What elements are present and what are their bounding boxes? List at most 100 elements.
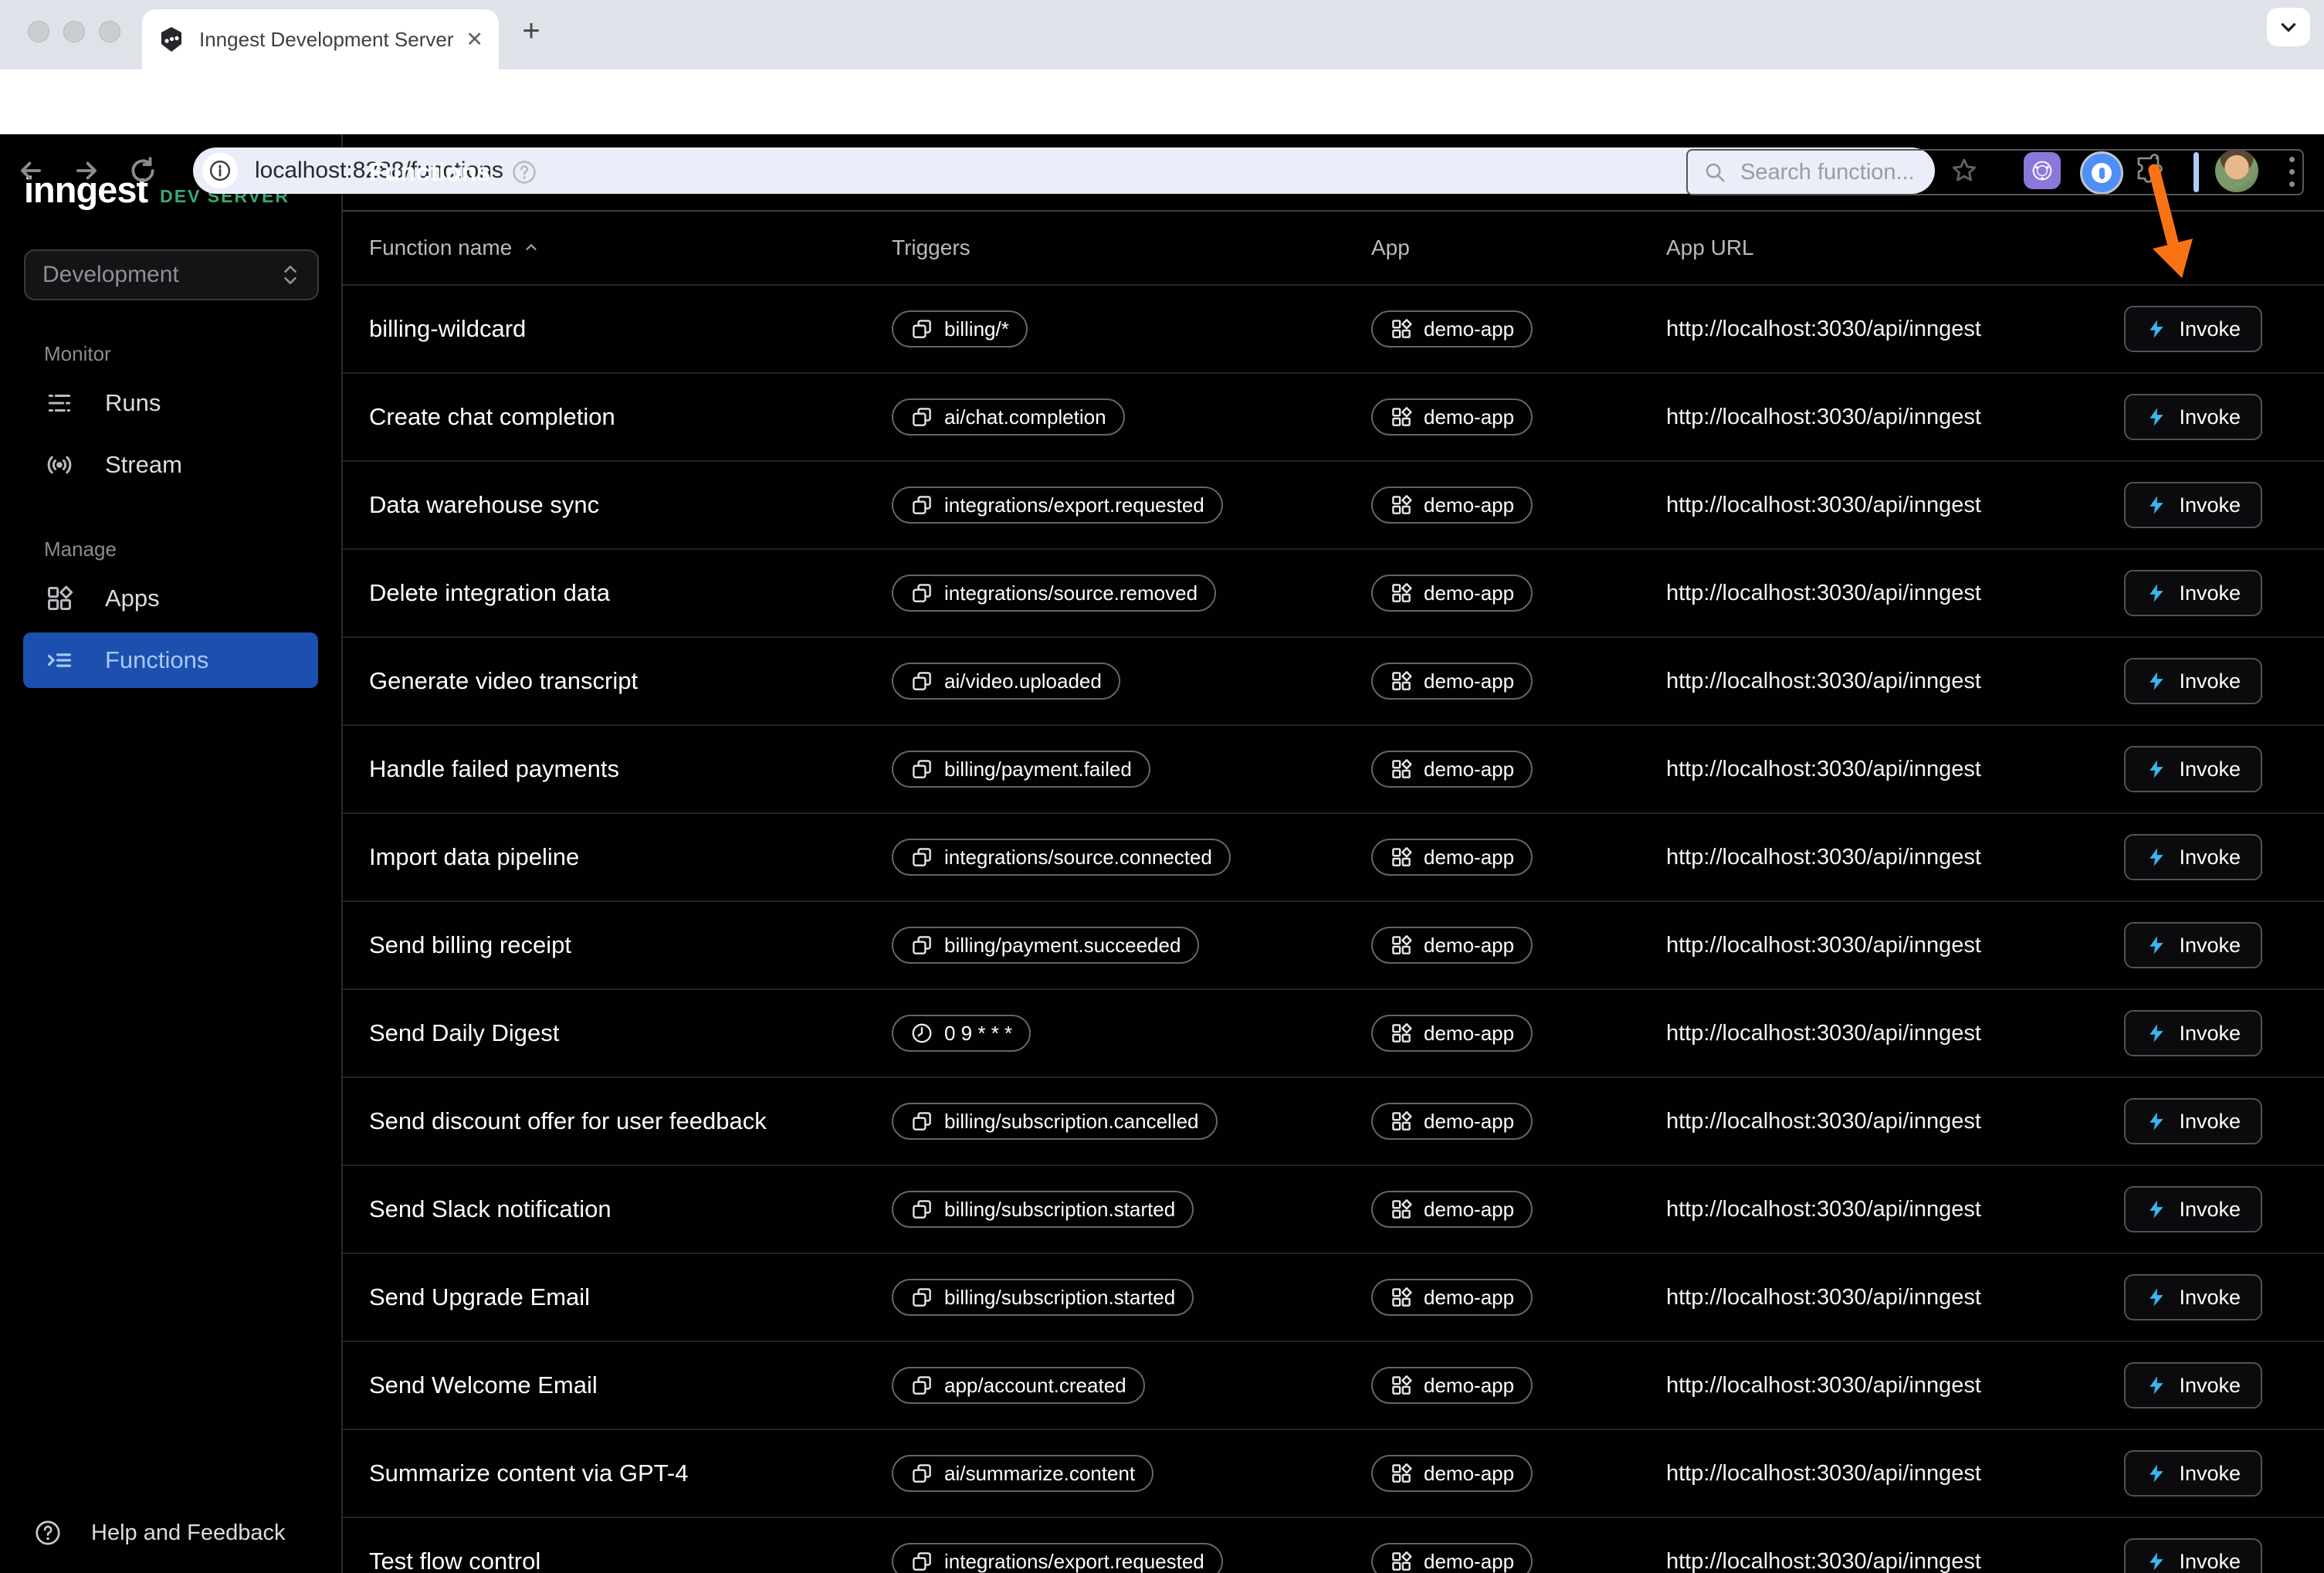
function-name[interactable]: Test flow control [369,1548,892,1573]
table-row[interactable]: Send Daily Digest 0 9 * * * demo-app htt… [343,990,2324,1078]
column-header-function-name[interactable]: Function name [369,236,892,260]
window-controls[interactable] [28,21,120,42]
window-zoom-button[interactable] [99,21,120,42]
invoke-button[interactable]: Invoke [2124,922,2262,968]
help-and-feedback[interactable]: Help and Feedback [34,1519,341,1547]
app-badge[interactable]: demo-app [1371,751,1533,788]
search-input[interactable] [1739,159,2267,186]
invoke-button[interactable]: Invoke [2124,394,2262,440]
app-badge[interactable]: demo-app [1371,310,1533,347]
app-badge[interactable]: demo-app [1371,575,1533,612]
trigger-badge[interactable]: billing/payment.succeeded [892,927,1199,964]
table-row[interactable]: Test flow control integrations/export.re… [343,1518,2324,1573]
tab-close-icon[interactable]: ✕ [466,28,483,52]
app-badge[interactable]: demo-app [1371,1455,1533,1492]
table-row[interactable]: Create chat completion ai/chat.completio… [343,374,2324,462]
invoke-button[interactable]: Invoke [2124,482,2262,528]
sidebar-item-apps[interactable]: Apps [23,571,318,626]
table-row[interactable]: billing-wildcard billing/* demo-app http… [343,286,2324,374]
invoke-button[interactable]: Invoke [2124,1538,2262,1573]
function-name[interactable]: Create chat completion [369,403,892,431]
trigger-badge[interactable]: billing/subscription.started [892,1279,1194,1316]
column-header-triggers[interactable]: Triggers [892,236,1371,260]
app-badge[interactable]: demo-app [1371,1103,1533,1140]
sidebar-item-stream[interactable]: Stream [23,437,318,493]
app-badge[interactable]: demo-app [1371,1279,1533,1316]
forward-button[interactable] [69,154,103,188]
app-badge[interactable]: demo-app [1371,839,1533,876]
function-name[interactable]: Send Daily Digest [369,1019,892,1047]
function-name[interactable]: Summarize content via GPT-4 [369,1459,892,1487]
environment-selector[interactable]: Development [24,249,319,300]
sidebar-item-runs[interactable]: Runs [23,375,318,431]
function-name[interactable]: Send billing receipt [369,931,892,959]
invoke-button[interactable]: Invoke [2124,834,2262,880]
trigger-badge[interactable]: 0 9 * * * [892,1015,1031,1052]
window-minimize-button[interactable] [63,21,85,42]
column-header-app-url[interactable]: App URL [1666,236,2131,260]
browser-tab[interactable]: Inngest Development Server ✕ [142,9,499,69]
function-name[interactable]: Send discount offer for user feedback [369,1107,892,1135]
function-name[interactable]: Generate video transcript [369,667,892,695]
trigger-badge[interactable]: integrations/export.requested [892,486,1223,524]
trigger-badge[interactable]: ai/video.uploaded [892,663,1120,700]
window-close-button[interactable] [28,21,49,42]
table-row[interactable]: Handle failed payments billing/payment.f… [343,726,2324,814]
app-badge[interactable]: demo-app [1371,1543,1533,1573]
function-name[interactable]: Handle failed payments [369,755,892,783]
tab-search-button[interactable] [2267,8,2310,46]
function-name[interactable]: Delete integration data [369,579,892,607]
app-badge[interactable]: demo-app [1371,927,1533,964]
invoke-button[interactable]: Invoke [2124,1450,2262,1497]
app-badge[interactable]: demo-app [1371,398,1533,436]
invoke-button[interactable]: Invoke [2124,658,2262,704]
trigger-badge[interactable]: billing/subscription.cancelled [892,1103,1218,1140]
table-row[interactable]: Delete integration data integrations/sou… [343,550,2324,638]
trigger-badge[interactable]: integrations/source.connected [892,839,1231,876]
table-row[interactable]: Send Slack notification billing/subscrip… [343,1166,2324,1254]
table-row[interactable]: Send Welcome Email app/account.created d… [343,1342,2324,1430]
site-info-icon[interactable] [202,153,238,188]
invoke-button[interactable]: Invoke [2124,1274,2262,1320]
sidebar-item-functions[interactable]: Functions [23,632,318,688]
invoke-button[interactable]: Invoke [2124,1010,2262,1056]
function-name[interactable]: Data warehouse sync [369,491,892,519]
app-badge[interactable]: demo-app [1371,486,1533,524]
trigger-badge[interactable]: ai/summarize.content [892,1455,1154,1492]
invoke-button[interactable]: Invoke [2124,1362,2262,1409]
trigger-badge[interactable]: billing/* [892,310,1028,347]
trigger-badge[interactable]: app/account.created [892,1367,1145,1404]
trigger-badge[interactable]: ai/chat.completion [892,398,1125,436]
new-tab-button[interactable]: + [514,14,548,48]
table-row[interactable]: Data warehouse sync integrations/export.… [343,462,2324,550]
app-badge[interactable]: demo-app [1371,1191,1533,1228]
table-row[interactable]: Send discount offer for user feedback bi… [343,1078,2324,1166]
table-row[interactable]: Send Upgrade Email billing/subscription.… [343,1254,2324,1342]
column-header-app[interactable]: App [1371,236,1666,260]
function-name[interactable]: Send Slack notification [369,1195,892,1223]
trigger-badge[interactable]: billing/payment.failed [892,751,1150,788]
invoke-button[interactable]: Invoke [2124,570,2262,616]
app-badge[interactable]: demo-app [1371,1367,1533,1404]
function-name[interactable]: Send Upgrade Email [369,1283,892,1311]
table-row[interactable]: Import data pipeline integrations/source… [343,814,2324,902]
function-name[interactable]: Import data pipeline [369,843,892,871]
trigger-badge[interactable]: integrations/source.removed [892,575,1216,612]
table-row[interactable]: Summarize content via GPT-4 ai/summarize… [343,1430,2324,1518]
invoke-button[interactable]: Invoke [2124,306,2262,352]
reload-button[interactable] [126,154,160,188]
page-help-icon[interactable] [511,159,537,185]
back-button[interactable] [14,154,48,188]
invoke-button[interactable]: Invoke [2124,1186,2262,1232]
invoke-button[interactable]: Invoke [2124,746,2262,792]
function-name[interactable]: Send Welcome Email [369,1371,892,1399]
app-badge[interactable]: demo-app [1371,1015,1533,1052]
function-name[interactable]: billing-wildcard [369,315,892,343]
invoke-button[interactable]: Invoke [2124,1098,2262,1144]
table-row[interactable]: Generate video transcript ai/video.uploa… [343,638,2324,726]
app-badge[interactable]: demo-app [1371,663,1533,700]
trigger-badge[interactable]: integrations/export.requested [892,1543,1223,1573]
trigger-badge[interactable]: billing/subscription.started [892,1191,1194,1228]
search-box[interactable] [1686,149,2304,195]
table-row[interactable]: Send billing receipt billing/payment.suc… [343,902,2324,990]
